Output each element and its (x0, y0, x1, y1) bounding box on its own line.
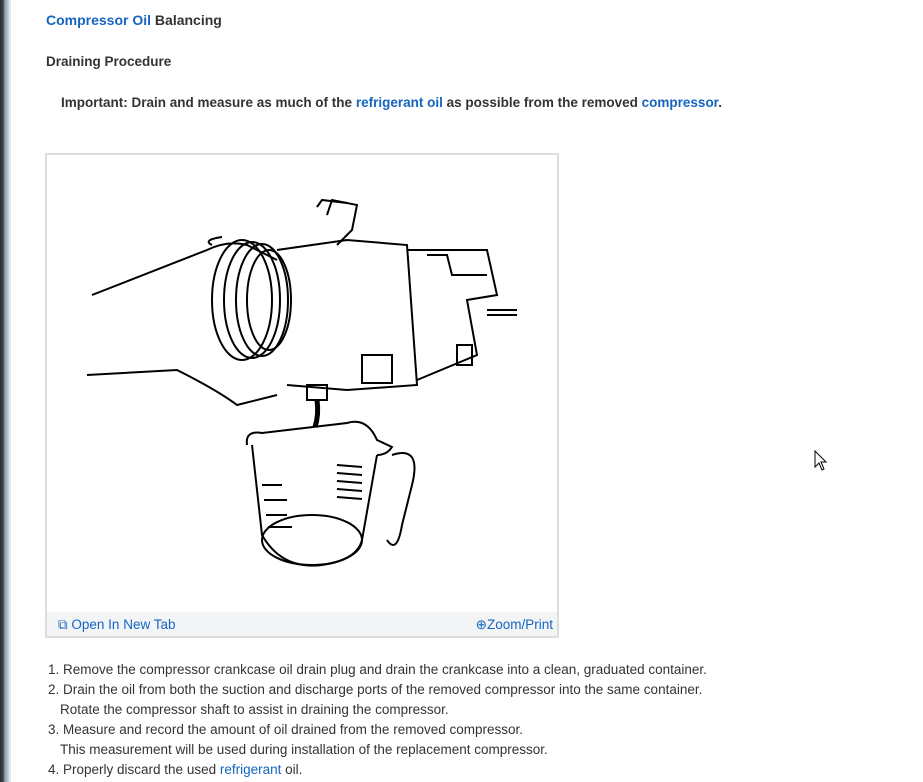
compressor-draining-illustration (86, 198, 517, 567)
zoom-print-button[interactable]: ⊕Zoom/Print (476, 617, 553, 633)
note-text: Important: Drain and measure as much of … (61, 95, 356, 110)
zoom-print-label: Zoom/Print (486, 617, 553, 632)
step-2: 2. Drain the oil from both the suction a… (48, 682, 703, 697)
refrigerant-oil-link[interactable]: refrigerant oil (356, 95, 443, 110)
step-1: 1. Remove the compressor crankcase oil d… (48, 662, 707, 677)
note-text: as possible from the removed (442, 95, 642, 110)
title-rest: Balancing (151, 12, 222, 28)
zoom-in-icon: ⊕ (475, 617, 487, 632)
illustration-figure: ⧉ Open In New Tab ⊕Zoom/Print (45, 153, 559, 638)
step-text: 4. Properly discard the used (48, 762, 220, 777)
mouse-cursor-icon (814, 450, 828, 471)
important-note: Important: Drain and measure as much of … (61, 95, 722, 110)
refrigerant-link[interactable]: refrigerant (220, 762, 282, 777)
section-heading: Draining Procedure (46, 54, 172, 69)
page-title: Compressor Oil Balancing (46, 12, 222, 28)
compressor-link[interactable]: compressor (642, 95, 719, 110)
compressor-oil-link[interactable]: Compressor Oil (46, 12, 151, 28)
step-4: 4. Properly discard the used refrigerant… (48, 760, 707, 780)
figure-toolbar: ⧉ Open In New Tab ⊕Zoom/Print (47, 612, 557, 636)
window-edge (0, 0, 9, 782)
open-in-new-tab-label: Open In New Tab (71, 617, 176, 632)
note-text: . (718, 95, 722, 110)
window-edge-highlight (9, 0, 11, 782)
step-text: oil. (281, 762, 303, 777)
step-3-detail: This measurement will be used during ins… (60, 742, 548, 757)
steps-list: 1. Remove the compressor crankcase oil d… (48, 660, 707, 780)
step-3: 3. Measure and record the amount of oil … (48, 722, 523, 737)
open-in-new-tab-icon: ⧉ (58, 617, 68, 632)
open-in-new-tab-button[interactable]: ⧉ Open In New Tab (58, 617, 175, 633)
step-2-detail: Rotate the compressor shaft to assist in… (60, 702, 449, 717)
